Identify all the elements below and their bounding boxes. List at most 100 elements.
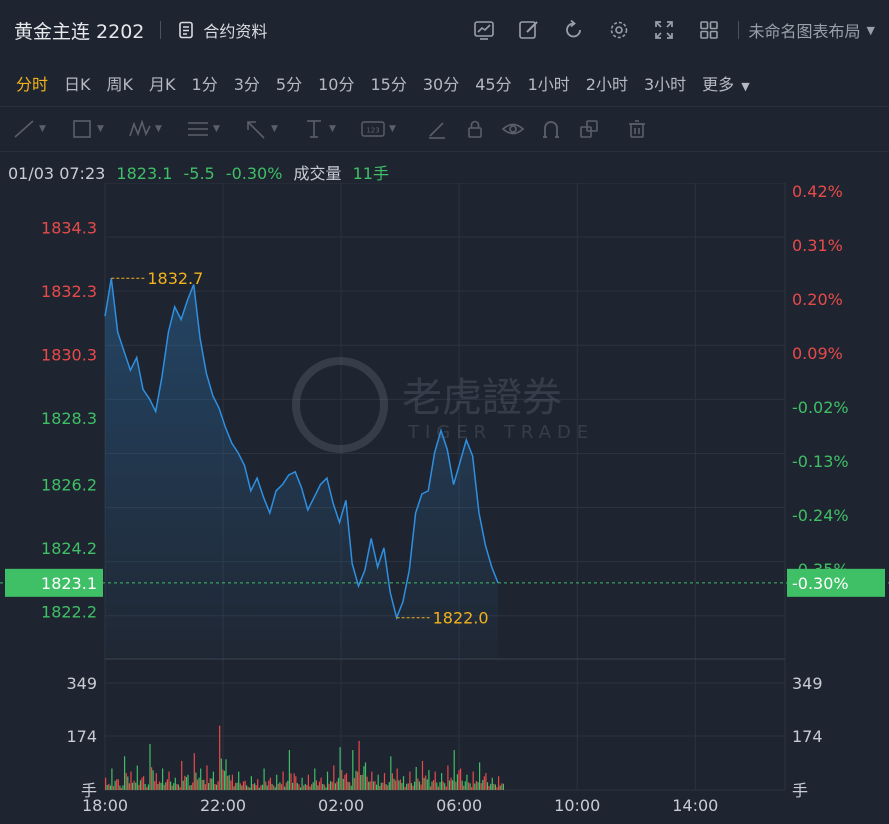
percent-tick-label: 0.20% <box>792 290 843 309</box>
tab-period-1min[interactable]: 1分 <box>192 71 218 95</box>
tab-period-timeshare[interactable]: 分时 <box>16 71 48 95</box>
volume-bar <box>257 779 259 790</box>
tab-period-3hour[interactable]: 3小时 <box>644 71 686 95</box>
tab-period-10min[interactable]: 10分 <box>318 71 354 95</box>
volume-bar <box>108 783 110 790</box>
volume-bar <box>293 773 295 790</box>
volume-bar <box>345 773 348 790</box>
volume-bar <box>342 778 344 790</box>
tab-period-15min[interactable]: 15分 <box>370 71 406 95</box>
volume-bar <box>144 784 146 790</box>
refresh-icon[interactable] <box>552 15 597 45</box>
trash-icon[interactable] <box>618 114 656 144</box>
volume-bar <box>391 773 393 790</box>
volume-bar <box>290 773 292 790</box>
volume-bar <box>105 777 107 790</box>
tab-period-2hour[interactable]: 2小时 <box>586 71 628 95</box>
volume-bar <box>323 784 325 790</box>
arrow-tool-icon[interactable]: ▼ <box>244 114 302 144</box>
volume-bar <box>116 779 118 790</box>
volume-bar <box>372 781 374 790</box>
settings-gear-icon[interactable] <box>597 15 642 45</box>
volume-bar <box>336 781 338 790</box>
volume-bar <box>488 786 490 790</box>
volume-bar <box>387 785 389 790</box>
volume-bar <box>189 785 191 790</box>
magnet-icon[interactable] <box>532 114 570 144</box>
volume-bar <box>337 777 340 790</box>
layout-dropdown[interactable]: 未命名图表布局 ▼ <box>749 18 875 42</box>
pen-icon[interactable] <box>418 114 456 144</box>
volume-bar <box>472 771 474 790</box>
volume-bar <box>436 782 438 790</box>
timeshare-chart[interactable]: 老虎證券 TIGER TRADE 1832.7 1822.0 1823.1 -0… <box>0 183 889 824</box>
volume-bar <box>502 783 504 790</box>
volume-bar <box>428 770 430 790</box>
label-tool-icon[interactable]: 123 ▼ <box>360 114 418 144</box>
contract-info-button[interactable]: 合约资料 <box>177 18 267 42</box>
indicator-chart-icon[interactable] <box>462 15 507 45</box>
volume-bar <box>434 771 436 790</box>
volume-bar <box>124 756 126 790</box>
line-tool-icon[interactable]: ▼ <box>12 114 70 144</box>
percent-tick-label: -0.13% <box>792 452 849 471</box>
volume-bar <box>166 779 168 790</box>
current-price-tag-left-text: 1823.1 <box>41 574 97 593</box>
volume-bar <box>439 782 441 790</box>
tab-period-month[interactable]: 月K <box>149 71 176 95</box>
svg-text:123: 123 <box>366 127 379 135</box>
volume-bar <box>242 781 245 790</box>
volume-bar <box>244 780 246 790</box>
tab-period-more[interactable]: 更多 ▼ <box>702 71 750 95</box>
volume-bar <box>448 780 451 790</box>
volume-bar <box>486 782 489 790</box>
tab-period-3min[interactable]: 3分 <box>234 71 260 95</box>
volume-bar <box>143 776 145 790</box>
volume-bar <box>364 762 367 790</box>
volume-bar <box>376 784 378 790</box>
volume-bar <box>233 786 235 790</box>
volume-bar <box>325 787 327 790</box>
volume-bar <box>106 784 108 790</box>
volume-label: 成交量 <box>293 164 342 183</box>
tab-period-week[interactable]: 周K <box>107 71 134 95</box>
tab-period-1hour[interactable]: 1小时 <box>528 71 570 95</box>
percent-tick-label: -0.24% <box>792 506 849 525</box>
volume-bar <box>198 777 200 790</box>
volume-bar <box>420 784 422 790</box>
volume-bar <box>176 784 178 790</box>
volume-bar <box>445 786 447 790</box>
volume-bar <box>114 780 116 790</box>
volume-bar <box>209 778 211 790</box>
draw-pen-icon[interactable] <box>507 15 552 45</box>
eye-icon[interactable] <box>494 114 532 144</box>
tab-period-day[interactable]: 日K <box>64 71 91 95</box>
volume-bar <box>369 781 371 790</box>
lock-icon[interactable] <box>456 114 494 144</box>
layers-icon[interactable] <box>570 114 608 144</box>
wave-pattern-icon[interactable]: ▼ <box>128 114 186 144</box>
vertical-line-icon[interactable]: ▼ <box>302 114 360 144</box>
volume-bar <box>312 782 314 790</box>
volume-bar <box>320 777 322 790</box>
volume-bar <box>390 756 392 790</box>
volume-bar <box>469 783 471 790</box>
tab-period-5min[interactable]: 5分 <box>276 71 302 95</box>
volume-bar <box>485 773 487 790</box>
volume-bar <box>358 740 360 790</box>
volume-bar <box>399 779 401 790</box>
tab-period-30min[interactable]: 30分 <box>423 71 459 95</box>
fibonacci-icon[interactable]: ▼ <box>186 114 244 144</box>
price-tick-label: 1832.3 <box>41 282 97 301</box>
tab-period-45min[interactable]: 45分 <box>475 71 511 95</box>
percent-tick-label: 0.09% <box>792 344 843 363</box>
volume-bar <box>260 785 262 790</box>
grid-layout-icon[interactable] <box>687 15 732 45</box>
fullscreen-icon[interactable] <box>642 15 687 45</box>
volume-bar <box>326 771 329 790</box>
volume-bar <box>222 769 224 790</box>
instrument-title[interactable]: 黄金主连 2202 <box>14 17 144 44</box>
rectangle-tool-icon[interactable]: ▼ <box>70 114 128 144</box>
volume-bar <box>317 785 319 790</box>
volume-bar <box>265 781 267 790</box>
